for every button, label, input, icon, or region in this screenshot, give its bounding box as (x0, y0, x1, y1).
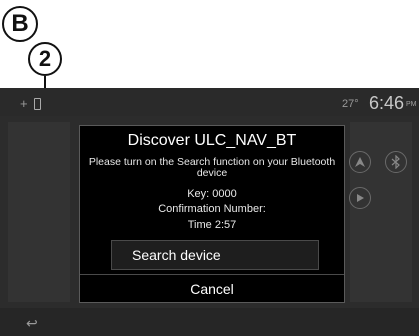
confirmation-number-label: Confirmation Number: (158, 203, 266, 215)
bluetooth-icon[interactable] (385, 151, 407, 173)
status-left-group[interactable]: + (20, 96, 41, 111)
clock: 6:46 (369, 93, 405, 113)
bluetooth-icon-glyph (391, 155, 400, 169)
bluetooth-discover-dialog: Discover ULC_NAV_BT Please turn on the S… (79, 125, 345, 303)
search-device-button[interactable]: Search device (111, 240, 319, 270)
phone-icon[interactable] (33, 97, 41, 110)
callout-b-text: B (11, 10, 29, 37)
head-unit-screen: + 27° 6:46 PM Discover ULC_NAV_BT Please… (0, 88, 419, 336)
page: B 2 + 27° 6:46 PM Discover ULC_NAV_BT Pl… (0, 0, 419, 336)
bottom-bar: ↩ (0, 308, 419, 336)
clock-ampm: PM (406, 101, 417, 108)
outside-temperature: 27° (342, 98, 359, 110)
background-tile (8, 122, 70, 302)
play-icon-glyph (357, 194, 364, 202)
background-tile (350, 122, 412, 302)
cancel-button[interactable]: Cancel (80, 274, 344, 305)
play-icon[interactable] (349, 187, 371, 209)
navigation-icon[interactable] (349, 151, 371, 173)
callout-2-label: 2 (28, 42, 62, 76)
navigation-icon-glyph (355, 157, 365, 167)
pairing-key: Key: 0000 (187, 188, 237, 200)
back-icon[interactable]: ↩ (26, 315, 38, 332)
status-bar: + 27° 6:46 PM (0, 88, 419, 116)
dialog-title: Discover ULC_NAV_BT (127, 132, 297, 149)
callout-2-text: 2 (38, 46, 52, 71)
dialog-message: Please turn on the Search function on yo… (88, 156, 336, 179)
countdown-timer: Time 2:57 (187, 219, 237, 231)
callout-b-label: B (2, 6, 38, 42)
plus-icon[interactable]: + (20, 96, 28, 111)
